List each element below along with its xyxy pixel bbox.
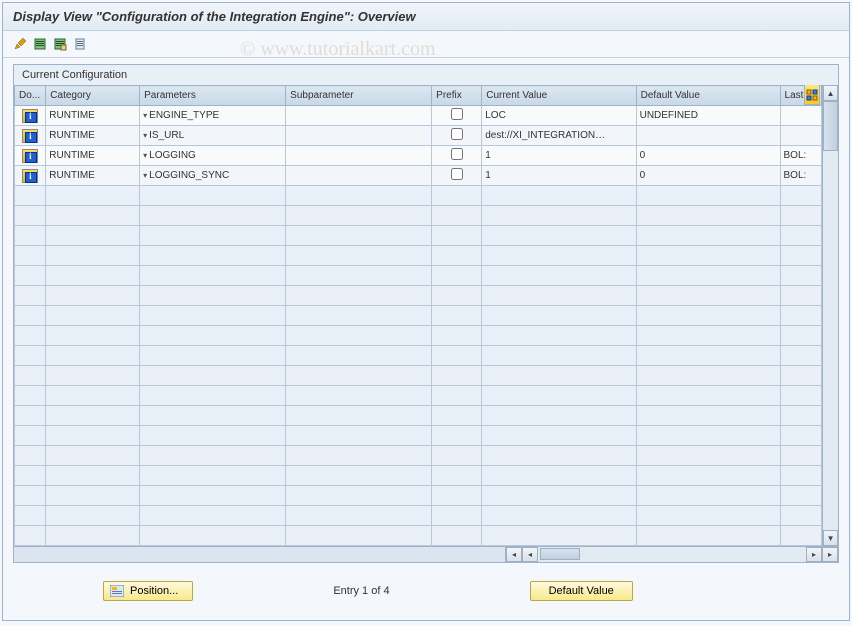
scroll-last-icon[interactable]: ▸ [822, 547, 838, 562]
info-icon[interactable] [22, 109, 38, 123]
empty-row [15, 466, 822, 486]
prefix-checkbox[interactable] [451, 148, 463, 160]
scroll-up-icon[interactable]: ▲ [823, 85, 838, 101]
hscroll-track[interactable] [538, 547, 806, 562]
col-prefix[interactable]: Prefix [432, 86, 482, 106]
empty-row [15, 246, 822, 266]
entry-count-text: Entry 1 of 4 [333, 585, 389, 597]
info-icon[interactable] [22, 169, 38, 183]
empty-row [15, 486, 822, 506]
print-icon[interactable] [71, 35, 89, 53]
cell-last[interactable] [780, 126, 822, 146]
grid-panel: Current Configuration Do... Category Par… [13, 64, 839, 563]
prefix-checkbox[interactable] [451, 128, 463, 140]
empty-row [15, 426, 822, 446]
table-row[interactable]: RUNTIME ▾IS_URL dest://XI_INTEGRATION… [15, 126, 822, 146]
col-parameters[interactable]: Parameters [140, 86, 286, 106]
footer-bar: Position... Entry 1 of 4 Default Value [3, 563, 849, 619]
table-row[interactable]: RUNTIME ▾LOGGING_SYNC 1 0 BOL: [15, 166, 822, 186]
cell-parameters[interactable]: ▾ENGINE_TYPE [140, 106, 286, 126]
info-icon[interactable] [22, 149, 38, 163]
cell-subparameter[interactable] [286, 146, 432, 166]
scroll-down-icon[interactable]: ▼ [823, 530, 838, 546]
deselect-all-icon[interactable] [51, 35, 69, 53]
config-table: Do... Category Parameters Subparameter P… [14, 85, 822, 546]
col-subparameter[interactable]: Subparameter [286, 86, 432, 106]
default-value-button[interactable]: Default Value [530, 581, 633, 601]
scroll-right-icon[interactable]: ▸ [806, 547, 822, 562]
col-category[interactable]: Category [46, 86, 140, 106]
cell-current-value[interactable]: 1 [482, 166, 636, 186]
cell-last[interactable]: BOL: [780, 166, 822, 186]
default-value-button-label: Default Value [549, 585, 614, 597]
toolbar [3, 31, 849, 58]
cell-prefix[interactable] [432, 146, 482, 166]
scroll-first-icon[interactable]: ◂ [506, 547, 522, 562]
cell-current-value[interactable]: 1 [482, 146, 636, 166]
cell-parameters[interactable]: ▾IS_URL [140, 126, 286, 146]
cell-category[interactable]: RUNTIME [46, 166, 140, 186]
empty-row [15, 186, 822, 206]
select-all-icon[interactable] [31, 35, 49, 53]
col-doc[interactable]: Do... [15, 86, 46, 106]
horizontal-scrollbar[interactable]: ◂ ◂ ▸ ▸ [14, 546, 838, 562]
cell-current-value[interactable]: dest://XI_INTEGRATION… [482, 126, 636, 146]
empty-row [15, 366, 822, 386]
vscroll-thumb[interactable] [823, 101, 838, 151]
cell-category[interactable]: RUNTIME [46, 146, 140, 166]
table-row[interactable]: RUNTIME ▾LOGGING 1 0 BOL: [15, 146, 822, 166]
page-title: Display View "Configuration of the Integ… [3, 3, 849, 31]
empty-row [15, 406, 822, 426]
table-row[interactable]: RUNTIME ▾ENGINE_TYPE LOC UNDEFINED [15, 106, 822, 126]
vscroll-track[interactable] [823, 101, 838, 530]
prefix-checkbox[interactable] [451, 168, 463, 180]
empty-row [15, 326, 822, 346]
hscroll-thumb[interactable] [540, 548, 580, 560]
empty-row [15, 266, 822, 286]
info-icon[interactable] [22, 129, 38, 143]
cell-last[interactable]: BOL: [780, 146, 822, 166]
dropdown-icon[interactable]: ▾ [143, 111, 147, 120]
col-current-value[interactable]: Current Value [482, 86, 636, 106]
vertical-scrollbar[interactable]: ▲ ▼ [822, 85, 838, 546]
dropdown-icon[interactable]: ▾ [143, 151, 147, 160]
position-button-label: Position... [130, 585, 178, 597]
dropdown-icon[interactable]: ▾ [143, 171, 147, 180]
position-button[interactable]: Position... [103, 581, 193, 601]
cell-subparameter[interactable] [286, 126, 432, 146]
cell-default-value[interactable]: UNDEFINED [636, 106, 780, 126]
cell-last[interactable] [780, 106, 822, 126]
cell-default-value[interactable] [636, 126, 780, 146]
empty-row [15, 206, 822, 226]
cell-parameters[interactable]: ▾LOGGING_SYNC [140, 166, 286, 186]
table-settings-icon[interactable] [804, 85, 820, 105]
cell-subparameter[interactable] [286, 166, 432, 186]
cell-subparameter[interactable] [286, 106, 432, 126]
empty-row [15, 506, 822, 526]
empty-row [15, 526, 822, 546]
empty-row [15, 386, 822, 406]
cell-default-value[interactable]: 0 [636, 146, 780, 166]
cell-prefix[interactable] [432, 166, 482, 186]
cell-default-value[interactable]: 0 [636, 166, 780, 186]
dropdown-icon[interactable]: ▾ [143, 131, 147, 140]
grid-panel-title: Current Configuration [14, 65, 838, 85]
empty-row [15, 346, 822, 366]
change-icon[interactable] [11, 35, 29, 53]
cell-parameters[interactable]: ▾LOGGING [140, 146, 286, 166]
cell-category[interactable]: RUNTIME [46, 106, 140, 126]
table-header-row: Do... Category Parameters Subparameter P… [15, 86, 822, 106]
scroll-left-icon[interactable]: ◂ [522, 547, 538, 562]
cell-category[interactable]: RUNTIME [46, 126, 140, 146]
cell-prefix[interactable] [432, 126, 482, 146]
cell-prefix[interactable] [432, 106, 482, 126]
empty-row [15, 446, 822, 466]
col-default-value[interactable]: Default Value [636, 86, 780, 106]
cell-current-value[interactable]: LOC [482, 106, 636, 126]
position-icon [110, 585, 124, 597]
empty-row [15, 306, 822, 326]
empty-row [15, 226, 822, 246]
prefix-checkbox[interactable] [451, 108, 463, 120]
empty-row [15, 286, 822, 306]
